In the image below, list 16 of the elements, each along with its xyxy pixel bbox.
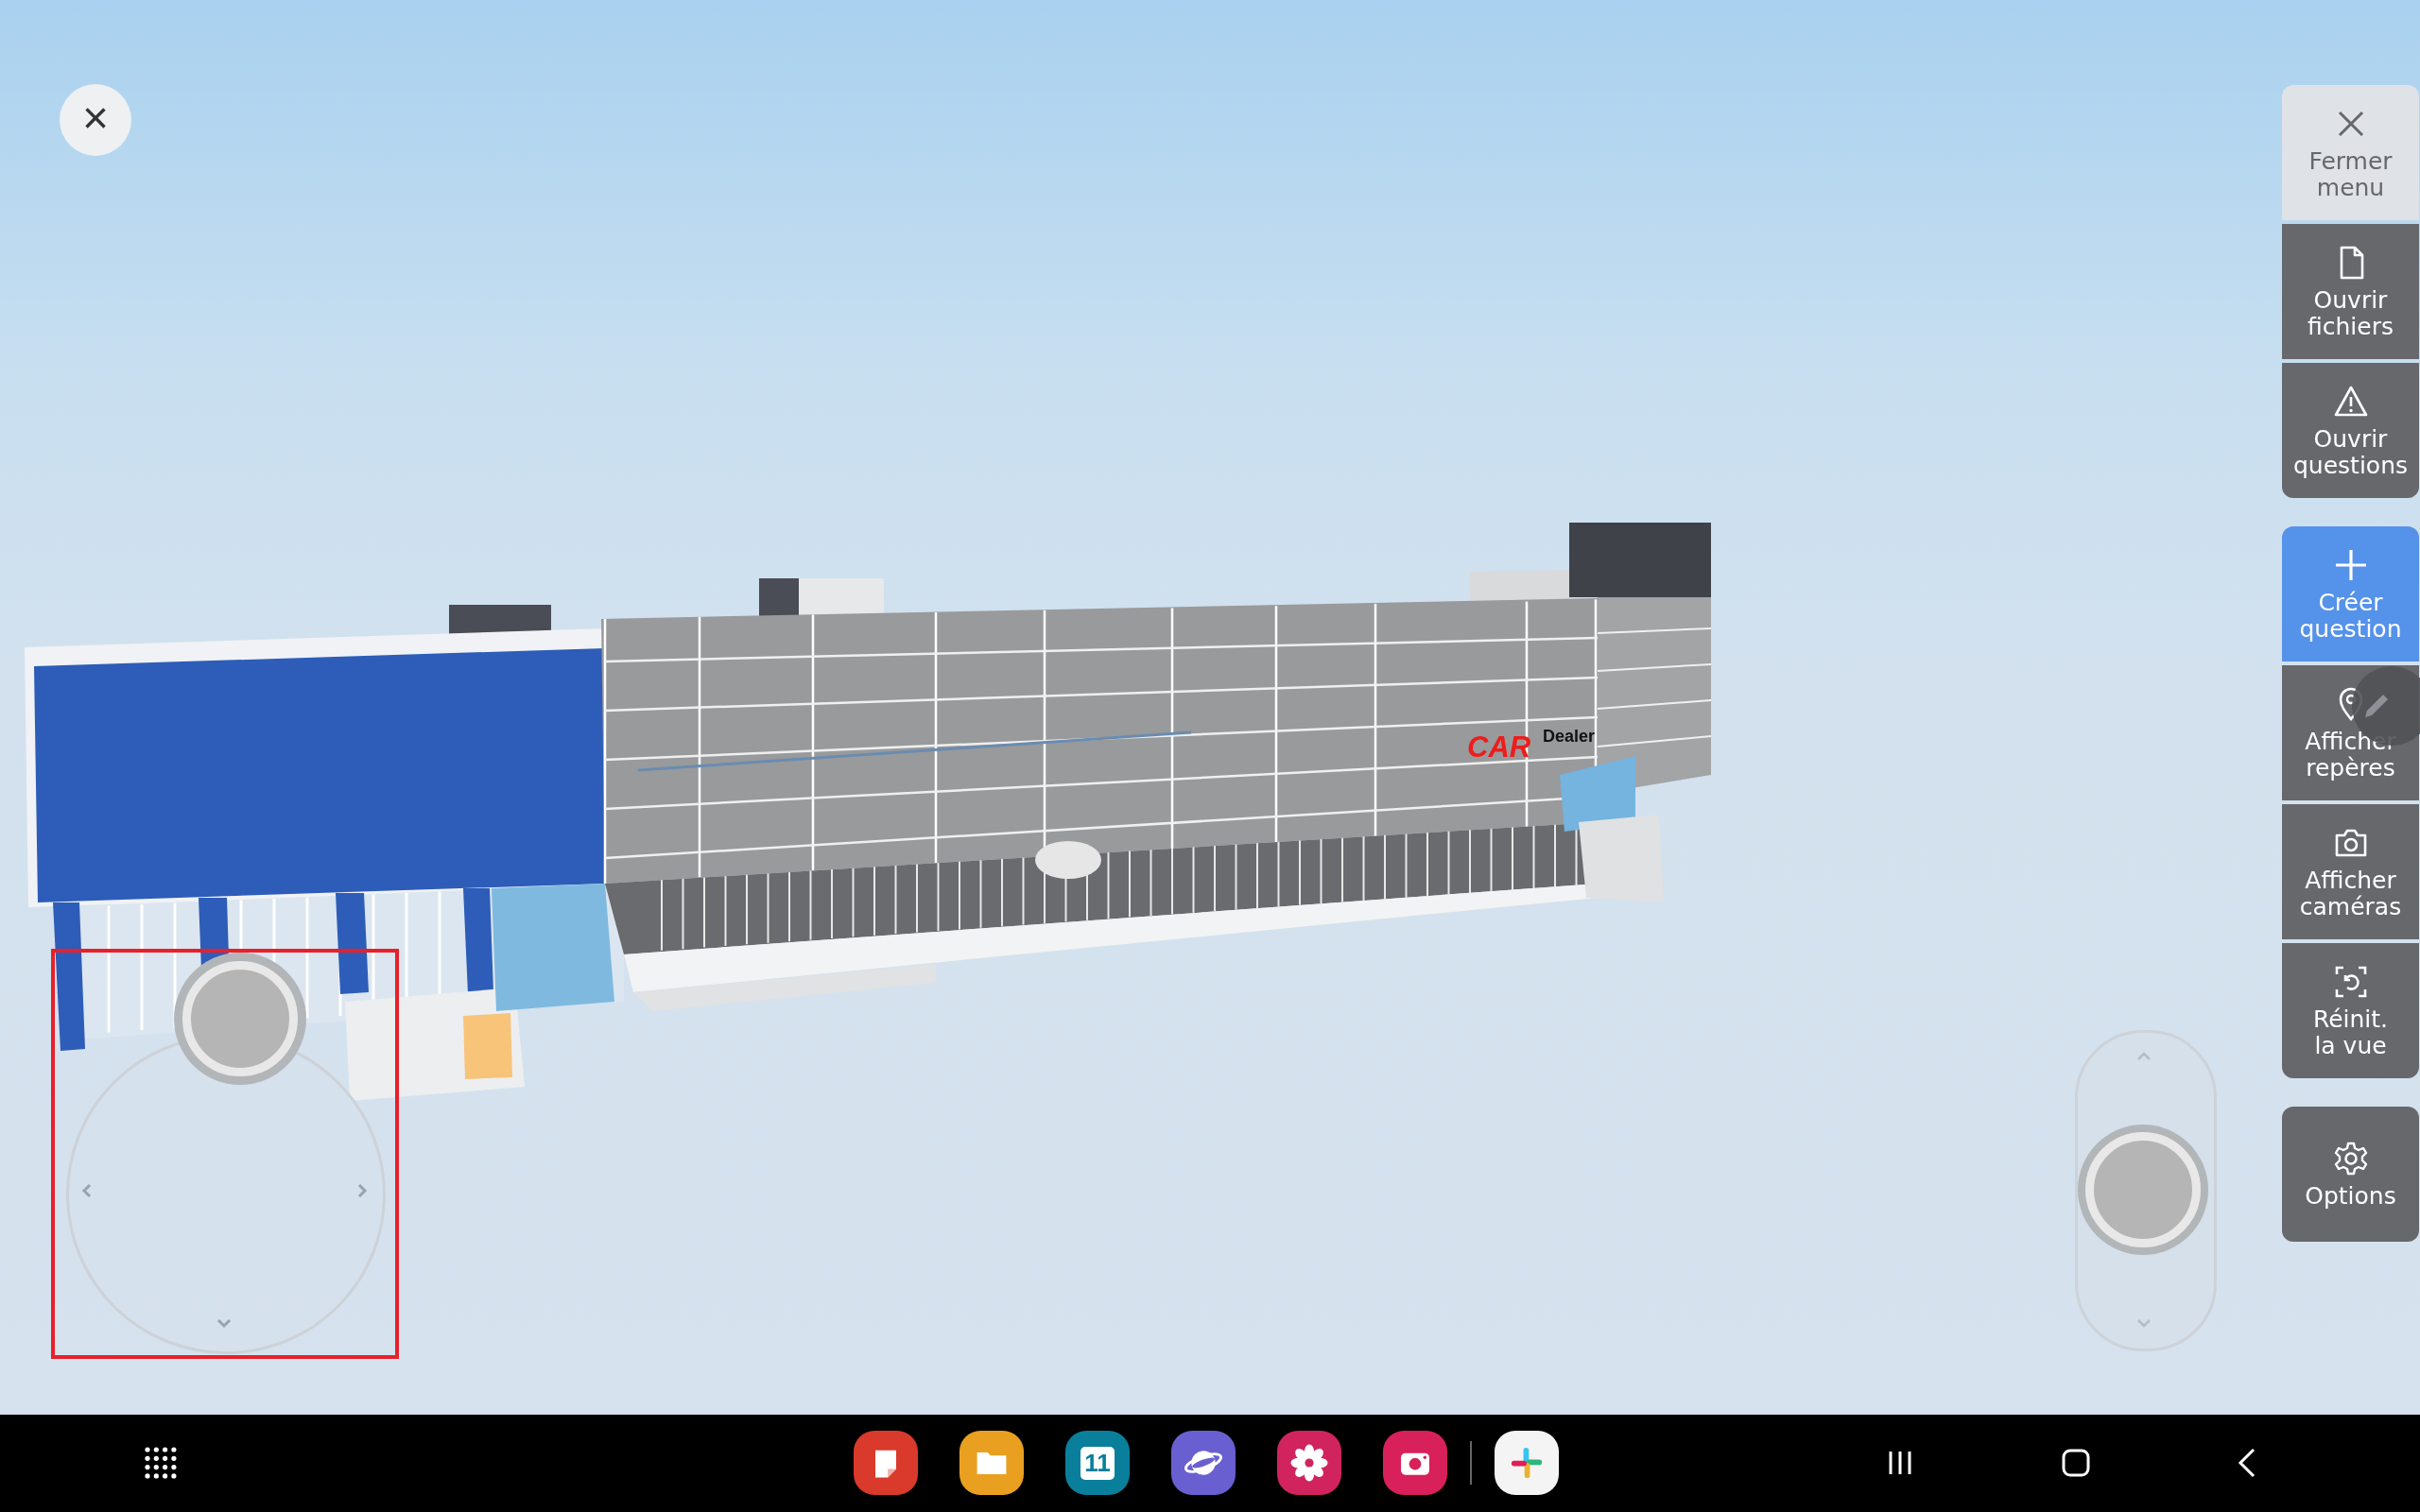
- menu-button[interactable]: Fermer menu: [2282, 85, 2419, 220]
- camera-app-icon[interactable]: [1383, 1431, 1447, 1495]
- flower-app-icon[interactable]: [1277, 1431, 1341, 1495]
- calendar-app-icon[interactable]: 11: [1065, 1431, 1130, 1495]
- menu-button[interactable]: Créer question: [2282, 526, 2419, 662]
- menu-button[interactable]: Ouvrir fichiers: [2282, 224, 2419, 359]
- close-button[interactable]: ×: [60, 84, 131, 156]
- menu-button[interactable]: Options: [2282, 1107, 2419, 1242]
- folder-app-icon[interactable]: [959, 1431, 1024, 1495]
- menu-button[interactable]: Ouvrir questions: [2282, 363, 2419, 498]
- menu-button[interactable]: Afficher caméras: [2282, 804, 2419, 939]
- browser-app-icon[interactable]: [1171, 1431, 1236, 1495]
- menu-button[interactable]: Réinit. la vue: [2282, 943, 2419, 1078]
- sign-lettering: Dealer: [1543, 727, 1596, 746]
- chat-app-icon[interactable]: [1495, 1431, 1559, 1495]
- notes-app-icon[interactable]: [854, 1431, 918, 1495]
